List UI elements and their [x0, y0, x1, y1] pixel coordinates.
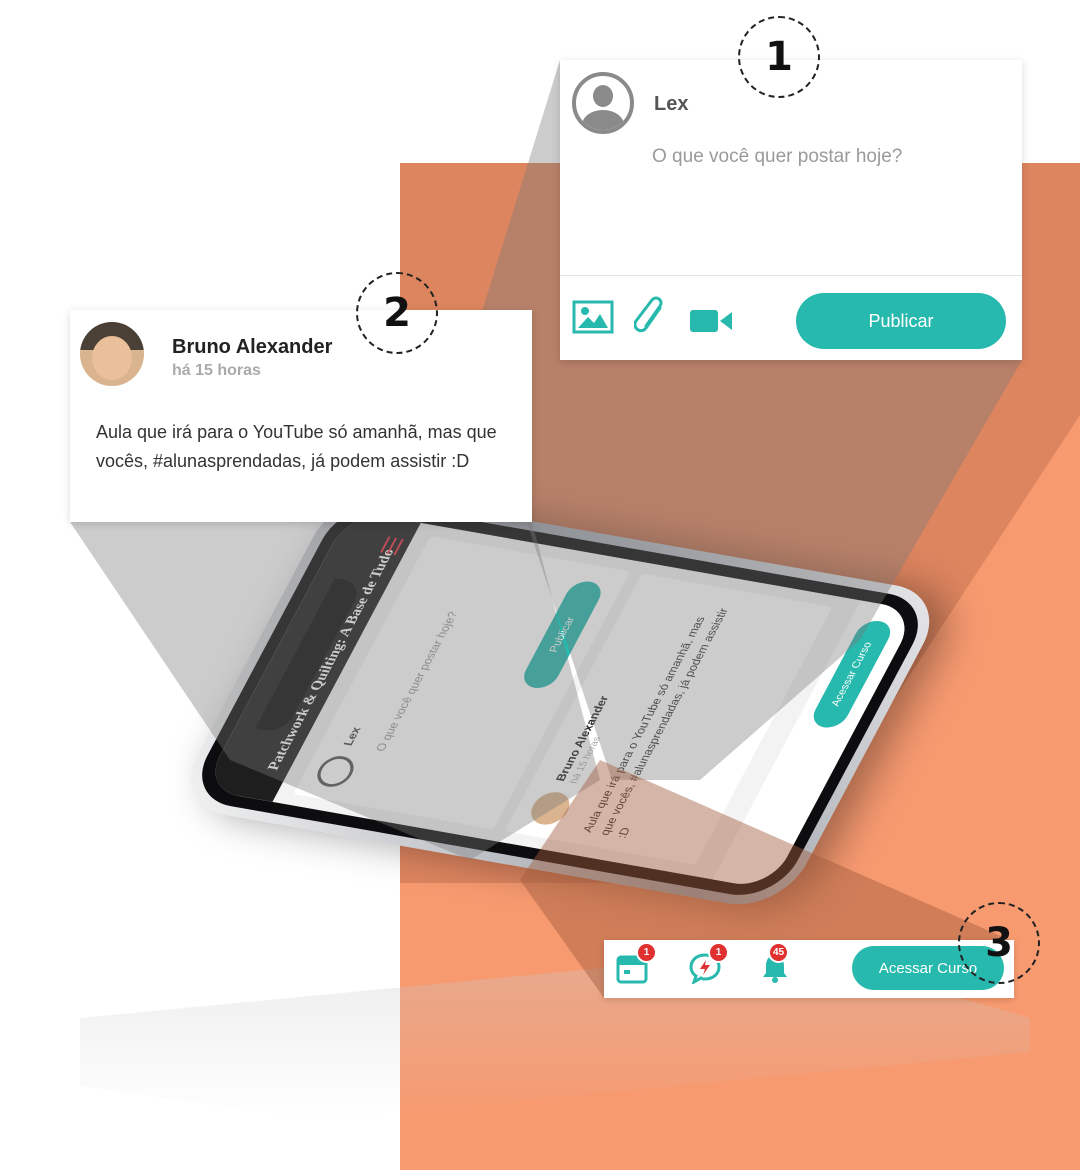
post-author-name[interactable]: Bruno Alexander [172, 336, 332, 359]
paperclip-icon[interactable] [633, 296, 670, 345]
avatar-body [582, 110, 624, 130]
post-callout: Bruno Alexander há 15 horas Aula que irá… [70, 310, 532, 522]
calendar-icon[interactable]: 1 [616, 942, 657, 989]
marker-1: 1 [738, 16, 820, 98]
publish-button[interactable]: Publicar [796, 293, 1006, 349]
video-camera-icon[interactable] [690, 308, 734, 339]
user-avatar [572, 72, 634, 134]
post-author-avatar[interactable] [80, 322, 144, 386]
avatar-face [92, 336, 132, 380]
chat-bubble-icon[interactable]: 1 [688, 942, 729, 989]
composer-user-name: Lex [654, 93, 689, 115]
calendar-badge: 1 [636, 942, 657, 963]
chat-badge: 1 [708, 942, 729, 963]
post-timestamp: há 15 horas [172, 362, 261, 379]
footer-callout: 1 1 45 Acessar Curso [604, 940, 1014, 998]
image-icon[interactable] [572, 300, 614, 339]
marker-3: 3 [958, 902, 1040, 984]
notifications-badge: 45 [768, 942, 789, 963]
composer-divider [560, 275, 1022, 276]
marker-2: 2 [356, 272, 438, 354]
bell-icon[interactable]: 45 [760, 942, 790, 989]
composer-callout: Lex O que você quer postar hoje? Publica… [560, 60, 1022, 360]
post-text: Aula que irá para o YouTube só amanhã, m… [96, 422, 497, 471]
avatar-head [593, 85, 613, 107]
composer-input[interactable]: O que você quer postar hoje? [652, 146, 902, 168]
